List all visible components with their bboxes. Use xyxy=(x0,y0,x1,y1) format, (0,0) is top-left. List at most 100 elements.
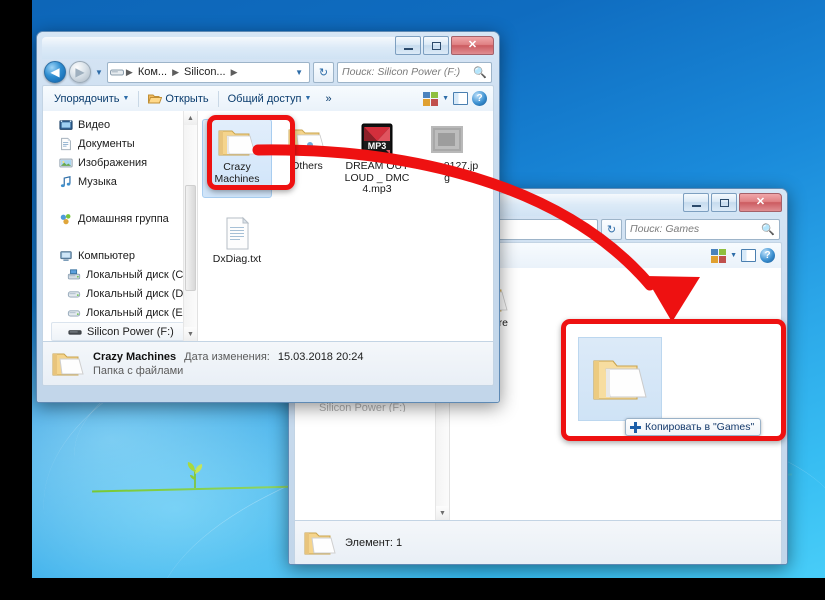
search-icon: 🔍 xyxy=(761,223,775,236)
views-icon[interactable] xyxy=(711,248,727,263)
folder-icon xyxy=(52,353,84,375)
help-icon[interactable]: ? xyxy=(760,248,775,263)
search-placeholder: Поиск: Silicon Power (F:) xyxy=(342,66,461,78)
scroll-down-icon[interactable]: ▼ xyxy=(184,327,197,341)
chevron-down-icon[interactable]: ▼ xyxy=(730,252,737,259)
file-item-dxdiag[interactable]: DxDiag.txt xyxy=(202,212,272,274)
navpane-scrollbar[interactable]: ▲ ▼ xyxy=(183,111,197,341)
status-text: Элемент: 1 xyxy=(345,537,402,549)
nav-item-video[interactable]: Видео xyxy=(43,115,197,134)
screenshot-root: ✕ ◀ ▶ ▼ ▶ ▼ ↻ Поиск: Games 🔍 xyxy=(0,0,825,600)
back-button[interactable]: ◀ xyxy=(44,61,66,83)
toolbar-right-group: ▼ ? xyxy=(423,91,487,106)
folder-icon xyxy=(593,360,647,400)
minimize-button[interactable] xyxy=(395,36,421,55)
chevron-down-icon: ▼ xyxy=(122,95,130,102)
music-icon xyxy=(60,175,71,187)
toolbar-separator xyxy=(217,90,219,107)
folder-icon xyxy=(304,532,336,554)
toolbar-overflow[interactable]: » xyxy=(320,91,336,107)
status-date-label: Дата изменения: xyxy=(184,350,270,363)
navigation-bar: ◀ ▶ ▼ ▶ Ком... ▶ Silicon... ▶ ▼ ↻ Поиск:… xyxy=(42,59,494,85)
preview-pane-icon[interactable] xyxy=(453,92,468,105)
address-dropdown-icon[interactable]: ▼ xyxy=(583,225,595,234)
nav-item-drive-f-partial[interactable]: Silicon Power (F:) xyxy=(295,403,449,412)
chevron-down-icon[interactable]: ▼ xyxy=(442,95,449,102)
nav-item-label: Silicon Power (F:) xyxy=(319,403,406,412)
svg-text:MP3: MP3 xyxy=(368,141,387,151)
breadcrumb-separator: ▶ xyxy=(172,66,180,77)
minimize-button[interactable] xyxy=(683,193,709,212)
nav-item-documents[interactable]: Документы xyxy=(43,134,197,153)
preview-pane-icon[interactable] xyxy=(741,249,756,262)
computer-icon xyxy=(60,250,72,261)
toolbar-share[interactable]: Общий доступ ▼ xyxy=(223,91,317,107)
file-item-image[interactable]: DSC_0127.jpg xyxy=(412,119,482,198)
search-icon: 🔍 xyxy=(473,66,487,79)
address-dropdown-icon[interactable]: ▼ xyxy=(295,68,307,77)
search-input[interactable]: Поиск: Games 🔍 xyxy=(625,218,780,240)
drop-action-tooltip: Копировать в "Games" xyxy=(625,418,762,436)
folder-icon xyxy=(218,130,256,156)
drag-ghost-folder xyxy=(578,337,662,421)
nav-item-computer[interactable]: Компьютер xyxy=(43,246,197,265)
file-name: DSC_0127.jpg xyxy=(415,160,479,184)
close-button[interactable]: ✕ xyxy=(451,36,494,55)
nav-item-label: Локальный диск (D:) xyxy=(86,287,191,300)
window-controls: ✕ xyxy=(683,193,782,212)
navigation-pane: Видео Документы Изображения Музыка Домаш… xyxy=(43,111,198,341)
address-bar[interactable]: ▶ Ком... ▶ Silicon... ▶ ▼ xyxy=(106,61,310,83)
nav-item-music[interactable]: Музыка xyxy=(43,172,197,191)
views-icon[interactable] xyxy=(423,91,439,106)
nav-item-drive-e[interactable]: Локальный диск (E:) xyxy=(43,303,197,322)
refresh-button[interactable]: ↻ xyxy=(601,218,622,240)
breadcrumb-computer[interactable]: Ком... xyxy=(135,65,170,79)
toolbar-organize[interactable]: Упорядочить ▼ xyxy=(49,91,134,107)
status-file-kind: Папка с файлами xyxy=(93,364,184,377)
scroll-down-icon[interactable]: ▼ xyxy=(436,506,449,520)
grid-row-break xyxy=(202,198,489,212)
nav-item-pictures[interactable]: Изображения xyxy=(43,153,197,172)
explorer-window-silicon-power[interactable]: ✕ ◀ ▶ ▼ ▶ Ком... ▶ Silicon... ▶ ▼ ↻ Поис… xyxy=(36,31,500,403)
file-name: Crazy Machines xyxy=(214,161,260,185)
search-placeholder: Поиск: Games xyxy=(630,223,700,235)
file-item-crazy-machines[interactable]: Crazy Machines xyxy=(202,119,272,198)
nav-item-drive-d[interactable]: Локальный диск (D:) xyxy=(43,284,197,303)
plus-icon xyxy=(630,421,641,433)
chevron-down-icon: ▼ xyxy=(304,95,312,102)
file-item-mp3[interactable]: MP3 DREAM OUT LOUD _ DMC 4.mp3 xyxy=(342,119,412,198)
history-dropdown-icon[interactable]: ▼ xyxy=(95,68,103,77)
help-icon[interactable]: ? xyxy=(472,91,487,106)
status-date-value: 15.03.2018 20:24 xyxy=(277,350,364,363)
toolbar: Упорядочить ▼ Открыть Общий доступ ▼ » ▼… xyxy=(42,85,494,111)
nav-item-homegroup[interactable]: Домашняя группа xyxy=(43,209,197,228)
nav-item-label: Компьютер xyxy=(78,249,135,262)
file-item-others[interactable]: Others xyxy=(272,119,342,198)
status-text: Crazy Machines Дата изменения: 15.03.201… xyxy=(93,351,364,377)
file-grid: Crazy Machines Others MP3 DREAM OUT LOUD… xyxy=(198,111,493,282)
nav-item-label: Музыка xyxy=(78,175,117,188)
maximize-button[interactable] xyxy=(423,36,449,55)
toolbar-open[interactable]: Открыть xyxy=(143,91,213,107)
file-name: Others xyxy=(291,160,323,172)
titlebar[interactable]: ✕ xyxy=(42,36,494,59)
forward-button[interactable]: ▶ xyxy=(69,61,91,83)
window-controls: ✕ xyxy=(395,36,494,55)
close-button[interactable]: ✕ xyxy=(739,193,782,212)
status-file-name: Crazy Machines xyxy=(93,350,177,363)
breadcrumb-silicon[interactable]: Silicon... xyxy=(181,65,229,79)
maximize-button[interactable] xyxy=(711,193,737,212)
image-file-icon xyxy=(431,126,463,153)
search-input[interactable]: Поиск: Silicon Power (F:) 🔍 xyxy=(337,61,492,83)
nav-item-label: Локальный диск (E:) xyxy=(86,306,190,319)
nav-item-drive-c[interactable]: Локальный диск (C:) xyxy=(43,265,197,284)
scrollbar-thumb[interactable] xyxy=(185,185,196,291)
file-list-pane[interactable]: Crazy Machines Others MP3 DREAM OUT LOUD… xyxy=(198,111,493,341)
nav-item-silicon-power[interactable]: Silicon Power (F:) xyxy=(51,322,193,341)
scroll-up-icon[interactable]: ▲ xyxy=(184,111,197,125)
breadcrumb-separator: ▶ xyxy=(125,66,133,77)
toolbar-separator xyxy=(138,90,140,107)
system-drive-icon xyxy=(67,268,81,279)
refresh-button[interactable]: ↻ xyxy=(313,61,334,83)
nav-item-label: Домашняя группа xyxy=(78,212,169,225)
